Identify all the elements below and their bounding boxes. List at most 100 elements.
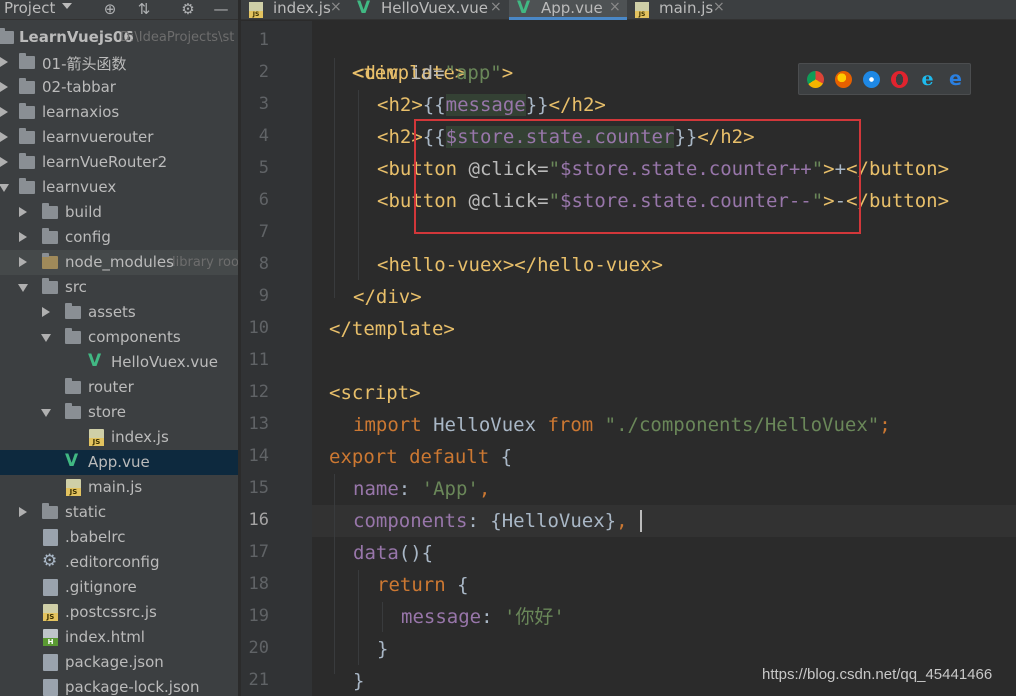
tree-item-index-html[interactable]: index.html <box>0 625 238 650</box>
code-line-19: message: '你好' <box>401 601 565 633</box>
tree-item-node-modules[interactable]: node_modules library roo <box>0 250 238 275</box>
edge-icon[interactable]: e <box>947 70 964 89</box>
folder-icon <box>42 203 58 219</box>
tree-item-package-json[interactable]: package.json <box>0 650 238 675</box>
tree-item-postcssrc-js[interactable]: .postcssrc.js <box>0 600 238 625</box>
tree-item-path-hint: D:\IdeaProjects\st <box>120 30 235 45</box>
tab-label: HelloVuex.vue <box>381 0 488 17</box>
code-token: }} <box>525 94 549 116</box>
tree-item-build[interactable]: build <box>0 200 238 225</box>
code-token: 'App' <box>421 478 479 500</box>
tree-item-label: learnaxios <box>42 103 120 121</box>
tree-item-02-tabbar[interactable]: 02-tabbar <box>0 75 238 100</box>
tree-item-label: 01-箭头函数 <box>42 55 127 73</box>
annotation-highlight-box <box>414 119 861 234</box>
chevron-right-icon[interactable] <box>0 132 8 142</box>
js-file-icon <box>89 429 104 446</box>
chevron-right-icon[interactable] <box>19 232 27 242</box>
tree-item-01[interactable]: 01-箭头函数 <box>0 50 238 75</box>
close-icon[interactable]: × <box>490 0 502 15</box>
tree-item-label: src <box>65 278 87 296</box>
tree-item-editorconfig[interactable]: ⚙ .editorconfig <box>0 550 238 575</box>
folder-icon <box>19 78 35 94</box>
line-number: 12 <box>248 382 269 402</box>
chrome-icon[interactable] <box>807 71 824 88</box>
line-number: 14 <box>248 446 269 466</box>
chevron-down-icon[interactable] <box>62 3 72 9</box>
tree-item-label: node_modules <box>65 253 174 271</box>
chevron-right-icon[interactable] <box>0 57 8 67</box>
firefox-icon[interactable] <box>835 71 852 88</box>
ie-icon[interactable]: e <box>919 70 936 89</box>
tree-item-label: config <box>65 228 111 246</box>
close-icon[interactable]: × <box>609 0 621 15</box>
chevron-right-icon[interactable] <box>19 257 27 267</box>
tree-item-gitignore[interactable]: .gitignore <box>0 575 238 600</box>
tree-item-components[interactable]: components <box>0 325 238 350</box>
chevron-down-icon[interactable] <box>0 184 9 192</box>
tree-item-assets[interactable]: assets <box>0 300 238 325</box>
tree-item-src[interactable]: src <box>0 275 238 300</box>
crosshair-icon[interactable]: ⊕ <box>101 0 119 18</box>
line-number: 9 <box>258 286 269 306</box>
tree-item-label: components <box>88 328 181 346</box>
opera-icon[interactable] <box>891 71 908 88</box>
gear-icon: ⚙ <box>42 551 58 571</box>
code-line-12: <script> <box>329 377 421 409</box>
tree-item-router[interactable]: router <box>0 375 238 400</box>
tree-item-config[interactable]: config <box>0 225 238 250</box>
tree-item-label: build <box>65 203 102 221</box>
code-token: '你好' <box>503 606 565 628</box>
tree-item-hellovuex-vue[interactable]: V HelloVuex.vue <box>0 350 238 375</box>
close-icon[interactable]: × <box>713 0 725 15</box>
chevron-down-icon[interactable] <box>18 284 28 292</box>
tree-item-learnaxios[interactable]: learnaxios <box>0 100 238 125</box>
tree-item-learnvuerouter2[interactable]: learnVueRouter2 <box>0 150 238 175</box>
config-file-icon <box>43 529 58 546</box>
tree-item-learnvuex[interactable]: learnvuex <box>0 175 238 200</box>
code-token: return <box>377 574 458 596</box>
code-token: HelloVuex <box>433 414 548 436</box>
line-number: 10 <box>248 318 269 338</box>
vue-file-icon: V <box>65 451 79 471</box>
chevron-right-icon[interactable] <box>0 107 8 117</box>
tree-item-package-lock-json[interactable]: package-lock.json <box>0 675 238 696</box>
close-icon[interactable]: × <box>330 0 342 15</box>
code-token: "app" <box>444 62 502 84</box>
chevron-right-icon[interactable] <box>19 207 27 217</box>
project-view-dropdown[interactable]: Project <box>4 0 55 17</box>
editor-gutter[interactable]: 1 2 3 4 5 6 7 8 9 10 11 12 13 14 15 16 1… <box>241 21 325 696</box>
gear-icon[interactable]: ⚙ <box>179 0 197 18</box>
chevron-down-icon[interactable] <box>41 334 51 342</box>
js-file-icon <box>635 2 649 18</box>
code-line-18: return { <box>377 569 469 601</box>
tree-item-label: package.json <box>65 653 164 671</box>
line-number: 18 <box>248 574 269 594</box>
tree-item-static[interactable]: static <box>0 500 238 525</box>
safari-icon[interactable] <box>863 71 880 88</box>
line-number: 3 <box>258 94 269 114</box>
indent-guide <box>382 602 383 632</box>
minimize-icon[interactable]: — <box>212 0 230 18</box>
tree-item-index-js[interactable]: index.js <box>0 425 238 450</box>
tree-item-babelrc[interactable]: .babelrc <box>0 525 238 550</box>
indent-guide <box>358 90 359 280</box>
chevron-right-icon[interactable] <box>19 507 27 517</box>
collapse-icon[interactable]: ⇅ <box>135 0 153 18</box>
chevron-right-icon[interactable] <box>0 157 8 167</box>
chevron-right-icon[interactable] <box>0 82 8 92</box>
tab-hellovuex-vue[interactable]: V HelloVuex.vue × <box>349 0 509 20</box>
code-line-1: <template> <box>329 25 466 84</box>
chevron-right-icon[interactable] <box>42 307 50 317</box>
chevron-down-icon[interactable] <box>41 409 51 417</box>
folder-icon <box>65 328 81 344</box>
tree-item-learnvuejs06[interactable]: LearnVuejs06 D:\IdeaProjects\st <box>0 25 238 50</box>
tree-item-store[interactable]: store <box>0 400 238 425</box>
tree-item-learnvuerouter[interactable]: learnvuerouter <box>0 125 238 150</box>
tab-main-js[interactable]: main.js × <box>627 0 731 20</box>
tab-index-js[interactable]: index.js × <box>241 0 349 20</box>
tab-app-vue[interactable]: V App.vue × <box>509 0 627 20</box>
tree-item-main-js[interactable]: main.js <box>0 475 238 500</box>
tree-item-app-vue[interactable]: V App.vue <box>0 450 238 475</box>
tree-item-label: store <box>88 403 126 421</box>
